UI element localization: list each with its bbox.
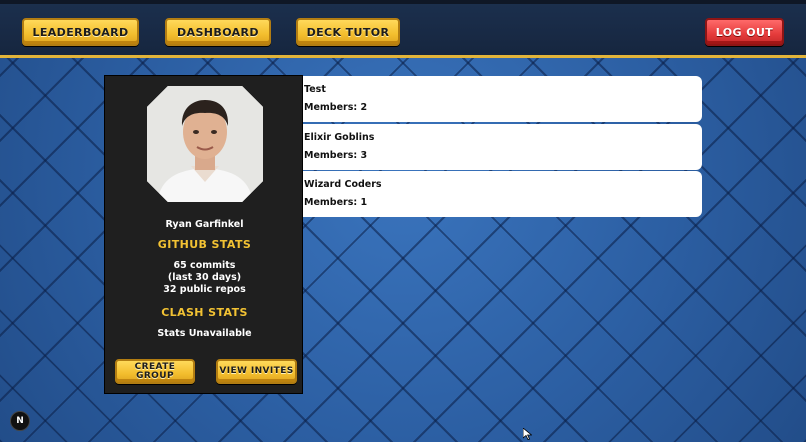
clash-stats-status: Stats Unavailable	[157, 328, 252, 339]
github-commits: 65 commits	[173, 260, 236, 271]
group-name: Wizard Coders	[304, 179, 382, 190]
group-members: Members: 1	[304, 197, 368, 208]
create-group-button[interactable]: CREATE GROUP	[115, 359, 195, 384]
dashboard-button[interactable]: DASHBOARD	[165, 18, 271, 46]
profile-photo	[147, 86, 263, 202]
top-nav-bar: LEADERBOARD DASHBOARD DECK TUTOR LOG OUT	[0, 0, 806, 58]
github-commits-period: (last 30 days)	[167, 272, 242, 283]
mouse-cursor-icon	[522, 425, 533, 442]
group-card[interactable]: Wizard Coders Members: 1	[303, 171, 702, 217]
github-stats-heading: GITHUB STATS	[157, 238, 252, 251]
group-name: Elixir Goblins	[304, 132, 375, 143]
leaderboard-button[interactable]: LEADERBOARD	[22, 18, 139, 46]
next-dev-badge[interactable]: N	[10, 411, 30, 431]
deck-tutor-button[interactable]: DECK TUTOR	[296, 18, 400, 46]
clash-stats-heading: CLASH STATS	[161, 306, 248, 319]
group-members: Members: 3	[304, 150, 368, 161]
profile-card: Ryan Garfinkel GITHUB STATS 65 commits (…	[104, 75, 303, 394]
create-group-label-line2: GROUP	[136, 370, 174, 381]
group-name: Test	[304, 84, 326, 95]
group-card[interactable]: Test Members: 2	[303, 76, 702, 122]
profile-name: Ryan Garfinkel	[165, 219, 244, 230]
github-repos: 32 public repos	[163, 284, 246, 295]
logout-button[interactable]: LOG OUT	[705, 18, 784, 46]
group-members: Members: 2	[304, 102, 368, 113]
view-invites-button[interactable]: VIEW INVITES	[216, 359, 297, 384]
avatar	[147, 86, 263, 202]
group-card[interactable]: Elixir Goblins Members: 3	[303, 124, 702, 170]
